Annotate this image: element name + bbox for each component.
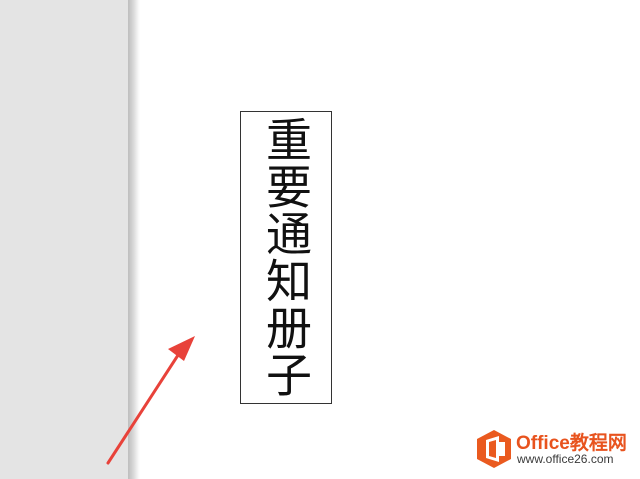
document-canvas: 重要通知册子 Office教程网 www.office26.com: [0, 0, 640, 479]
vertical-text-content[interactable]: 重要通知册子: [241, 116, 331, 401]
vertical-text-box[interactable]: 重要通知册子: [240, 111, 332, 404]
page-edge-shadow: [128, 0, 140, 479]
watermark-site-url: www.office26.com: [517, 452, 614, 466]
watermark-site-name: Office教程网: [516, 433, 627, 454]
page-left-margin: [0, 0, 128, 479]
office-logo-icon: [477, 430, 511, 468]
watermark: Office教程网 www.office26.com: [474, 427, 634, 473]
